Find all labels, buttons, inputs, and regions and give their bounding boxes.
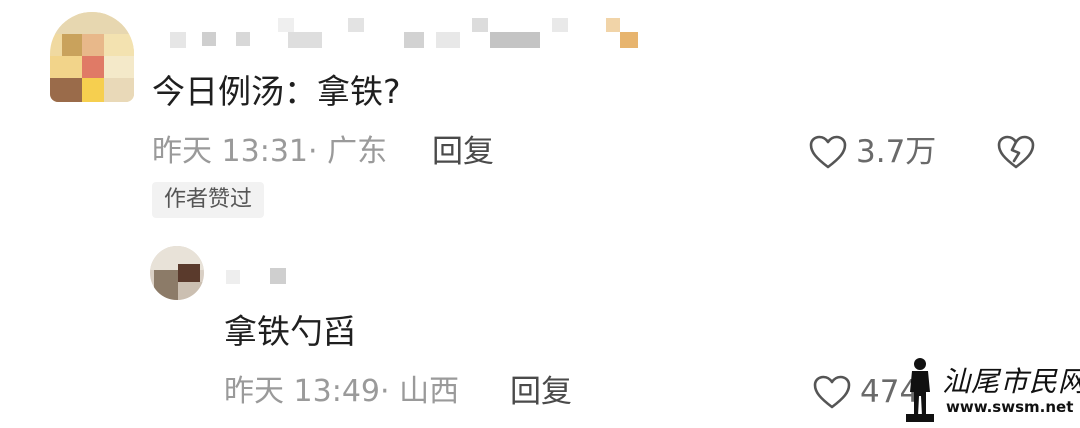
watermark-title: 汕尾市民网 — [942, 365, 1080, 398]
heart-icon[interactable] — [812, 374, 852, 410]
commenter-username-blurred[interactable] — [160, 14, 650, 54]
commenter-avatar[interactable] — [50, 12, 134, 102]
reply-text: 拿铁勺舀 — [224, 312, 356, 351]
author-liked-badge: 作者赞过 — [152, 182, 265, 218]
reply-time-location: 昨天 13:49· 山西 — [224, 374, 460, 409]
statue-silhouette-icon — [906, 358, 934, 422]
heart-icon[interactable] — [808, 134, 848, 170]
replier-avatar[interactable] — [150, 246, 204, 300]
reply-button[interactable]: 回复 — [432, 134, 494, 170]
like-count: 3.7万 — [856, 134, 937, 170]
watermark-url: www.swsm.net — [946, 398, 1074, 416]
replier-username-blurred[interactable] — [224, 256, 294, 288]
comment-text: 今日例汤：拿铁? — [152, 72, 401, 111]
site-watermark: 汕尾市民网 www.swsm.net — [902, 356, 1080, 422]
reply-to-reply-button[interactable]: 回复 — [510, 374, 572, 410]
broken-heart-icon[interactable] — [996, 134, 1036, 170]
comment-time-location: 昨天 13:31· 广东 — [152, 134, 388, 169]
